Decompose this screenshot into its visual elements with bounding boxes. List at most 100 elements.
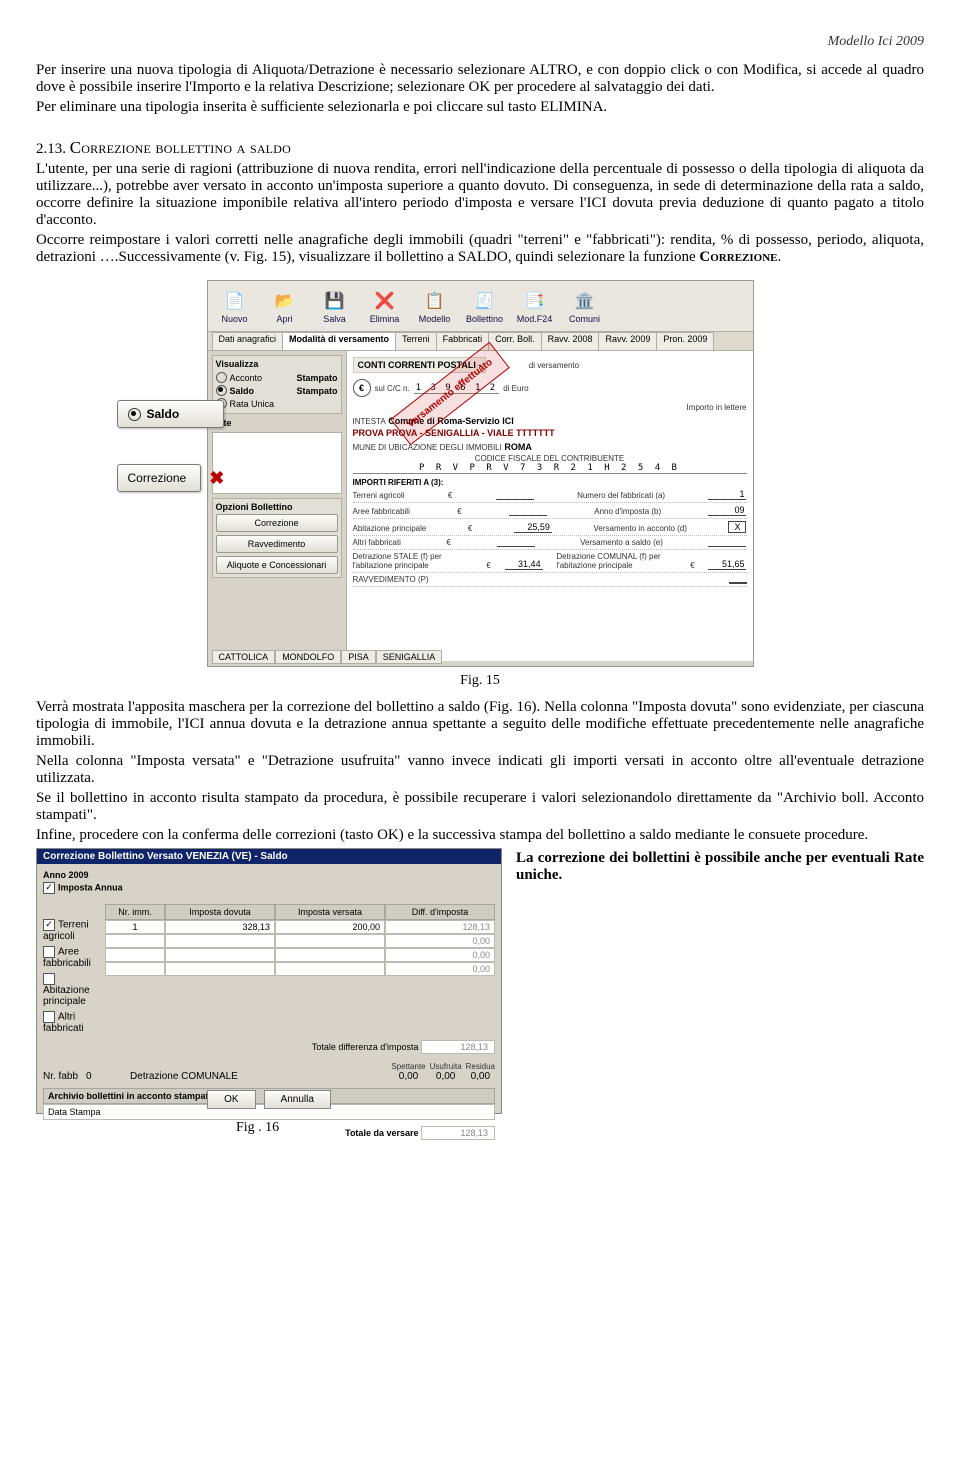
r1-dov[interactable]: 328,13	[165, 920, 275, 934]
detst-val: 31,44	[505, 559, 543, 570]
note-label: Note	[212, 418, 342, 428]
toolbar-modello[interactable]: 📋Modello	[412, 283, 458, 329]
section-title-text: Correzione bollettino a saldo	[70, 138, 291, 157]
row-ravv: RAVVEDIMENTO (P)	[353, 575, 429, 584]
paragraph-body-2: Occorre reimpostare i valori corretti ne…	[36, 232, 924, 266]
grid-row-4: 0,00	[105, 962, 495, 976]
toolbar-salva[interactable]: 💾Salva	[312, 283, 358, 329]
chk-altri[interactable]	[43, 1011, 55, 1023]
spettante-lbl: Spettante	[391, 1062, 425, 1071]
detst-lbl: Detrazione STALE (f) per l'abitazione pr…	[353, 552, 473, 570]
ftab-pisa[interactable]: PISA	[341, 650, 376, 664]
nfabb-lbl: Numero dei fabbricati (a)	[577, 491, 665, 500]
r4-dif: 0,00	[385, 962, 495, 976]
nfabb-val: 1	[708, 489, 746, 500]
toolbar-nuovo-lbl: Nuovo	[221, 314, 247, 324]
anno-lbl: Anno d'imposta (b)	[594, 507, 661, 516]
section-number: 2.13.	[36, 141, 66, 157]
radio-acconto[interactable]: Acconto Stampato	[216, 371, 338, 384]
toolbar-bollettino[interactable]: 🧾Bollettino	[462, 283, 508, 329]
anno-label: Anno 2009	[43, 870, 495, 880]
ftab-cattolica[interactable]: CATTOLICA	[212, 650, 276, 664]
tot-diff-val: 128,13	[421, 1040, 495, 1054]
r1-n[interactable]: 1	[105, 920, 165, 934]
paragraph-intro-2: Per eliminare una tipologia inserita è s…	[36, 99, 924, 116]
imposta-annua-label: Imposta Annua	[58, 883, 123, 893]
chk-terreni[interactable]	[43, 919, 55, 931]
btn-ravvedimento[interactable]: Ravvedimento	[216, 535, 338, 553]
town-icon: 🏛️	[573, 289, 597, 313]
r3-dif: 0,00	[385, 948, 495, 962]
tab-modalita[interactable]: Modalità di versamento	[282, 332, 396, 350]
grid-header: Nr. imm. Imposta dovuta Imposta versata …	[105, 904, 495, 920]
app-toolbar: 📄Nuovo 📂Apri 💾Salva ❌Elimina 📋Modello 🧾B…	[208, 281, 753, 332]
radio-saldo-stamp: Stampato	[296, 386, 337, 396]
grid-row-2: 0,00	[105, 934, 495, 948]
col-nrimm: Nr. imm.	[105, 904, 165, 920]
opzioni-title: Opzioni Bollettino	[216, 502, 338, 514]
note-textarea[interactable]	[212, 432, 342, 494]
ab-value: 25,59	[514, 522, 552, 533]
ftab-mondolfo[interactable]: MONDOLFO	[275, 650, 341, 664]
r1-dif: 128,13	[385, 920, 495, 934]
toolbar-salva-lbl: Salva	[323, 314, 346, 324]
paragraph-after-fig15-1: Verrà mostrata l'apposita maschera per l…	[36, 699, 924, 750]
usufruita-lbl: Usufruita	[430, 1062, 462, 1071]
row-altri: Altri fabbricati	[353, 538, 401, 547]
euro-icon: €	[353, 379, 371, 397]
callout-correzione-button[interactable]: Correzione	[117, 464, 202, 492]
chk-imposta-annua[interactable]	[43, 882, 55, 894]
chk-aree[interactable]	[43, 946, 55, 958]
opzioni-group: Opzioni Bollettino Correzione Ravvedimen…	[212, 498, 342, 578]
save-icon: 💾	[323, 289, 347, 313]
tot-diff-row: Totale differenza d'imposta 128,13	[43, 1040, 495, 1054]
callout-buttons: Saldo Correzione ✖	[117, 400, 225, 492]
eseguito-value: PROVA PROVA - SENIGALLIA - VIALE TTTTTTT	[353, 428, 555, 438]
btn-aliquote[interactable]: Aliquote e Concessionari	[216, 556, 338, 574]
r1-ver[interactable]: 200,00	[275, 920, 385, 934]
col-versata: Imposta versata	[275, 904, 385, 920]
radio-saldo-lbl: Saldo	[230, 386, 255, 396]
paragraph-body-1: L'utente, per una serie di ragioni (attr…	[36, 161, 924, 229]
radio-saldo[interactable]: Saldo Stampato	[216, 384, 338, 397]
figure-15-caption: Fig. 15	[36, 673, 924, 689]
toolbar-f24[interactable]: 📑Mod.F24	[512, 283, 558, 329]
detcom-lbl: Detrazione COMUNAL (f) per l'abitazione …	[556, 552, 676, 570]
ok-button[interactable]: OK	[207, 1090, 255, 1109]
tab-ravv09[interactable]: Ravv. 2009	[598, 332, 657, 350]
callout-saldo-button[interactable]: Saldo	[117, 400, 225, 428]
tab-pron09[interactable]: Pron. 2009	[656, 332, 714, 350]
ccn-suffix: di Euro	[503, 384, 528, 393]
toolbar-nuovo[interactable]: 📄Nuovo	[212, 283, 258, 329]
radio-rata[interactable]: Rata Unica	[216, 397, 338, 410]
dialog-buttons: OK Annulla	[37, 1090, 501, 1109]
ftab-senigallia[interactable]: SENIGALLIA	[376, 650, 443, 664]
tot-versare-lbl: Totale da versare	[345, 1128, 418, 1138]
f24-icon: 📑	[523, 289, 547, 313]
delete-icon: ❌	[373, 289, 397, 313]
usufruita-val[interactable]: 0,00	[430, 1071, 462, 1082]
toolbar-elimina[interactable]: ❌Elimina	[362, 283, 408, 329]
nrfabb-val[interactable]: 0	[86, 1071, 112, 1082]
chk-abitazione[interactable]	[43, 973, 55, 985]
row-abitazione: Abitazione principale	[353, 524, 427, 533]
screenshot-fig15: 📄Nuovo 📂Apri 💾Salva ❌Elimina 📋Modello 🧾B…	[207, 280, 754, 667]
toolbar-apri[interactable]: 📂Apri	[262, 283, 308, 329]
residua-val: 0,00	[466, 1071, 495, 1082]
annulla-button[interactable]: Annulla	[264, 1090, 331, 1109]
toolbar-comuni-lbl: Comuni	[569, 314, 600, 324]
tab-ravv08[interactable]: Ravv. 2008	[541, 332, 600, 350]
tot-versare-row: Totale da versare 128,13	[43, 1126, 495, 1140]
tab-dati[interactable]: Dati anagrafici	[212, 332, 284, 350]
row-aree: Aree fabbricabili	[353, 507, 410, 516]
toolbar-comuni[interactable]: 🏛️Comuni	[562, 283, 608, 329]
new-icon: 📄	[223, 289, 247, 313]
tab-terreni[interactable]: Terreni	[395, 332, 437, 350]
tab-corrboll[interactable]: Corr. Boll.	[488, 332, 542, 350]
paragraph-after-fig15-2: Nella colonna "Imposta versata" e "Detra…	[36, 753, 924, 787]
ccn-label: sul C/C n.	[375, 384, 410, 393]
grid-row-3: 0,00	[105, 948, 495, 962]
radio-acconto-stamp: Stampato	[296, 373, 337, 383]
radio-acconto-lbl: Acconto	[230, 373, 263, 383]
btn-correzione[interactable]: Correzione	[216, 514, 338, 532]
